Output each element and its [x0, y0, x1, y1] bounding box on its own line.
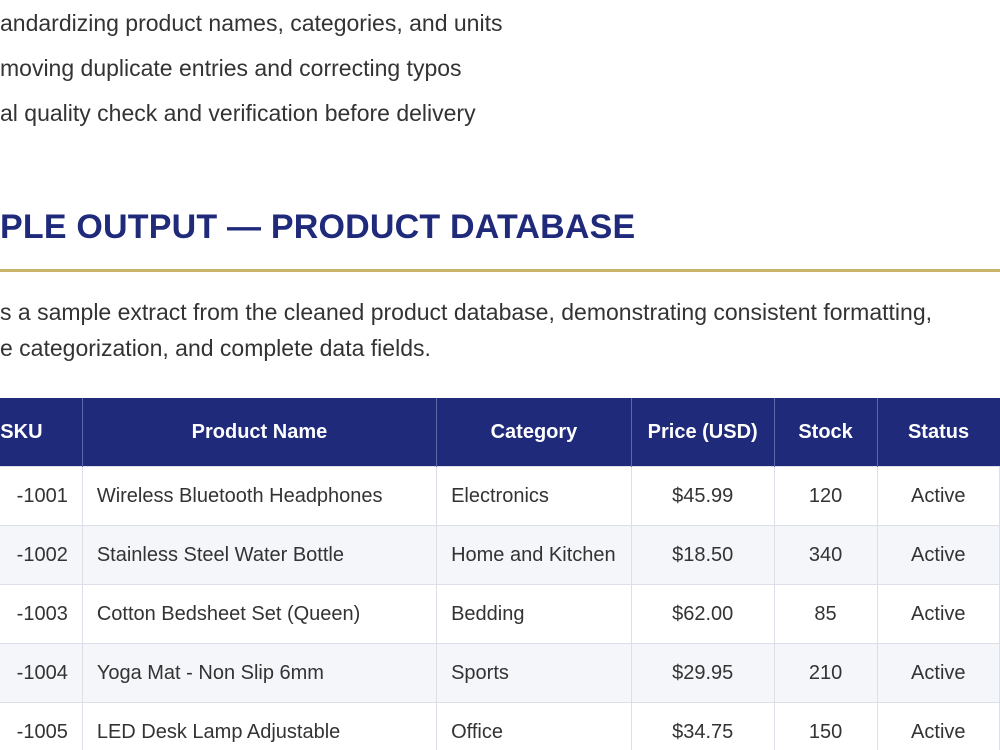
cell-stock: 120: [773, 466, 878, 526]
table-row: -1001 Wireless Bluetooth Headphones Elec…: [0, 466, 1000, 526]
column-header-sku: SKU: [0, 398, 83, 467]
intro-paragraph-line: e categorization, and complete data fiel…: [0, 335, 431, 361]
cell-product-name: LED Desk Lamp Adjustable: [81, 702, 438, 750]
cell-status: Active: [876, 525, 1000, 585]
cell-category: Electronics: [436, 466, 632, 526]
table-row: -1003 Cotton Bedsheet Set (Queen) Beddin…: [0, 584, 1000, 644]
cell-category: Home and Kitchen: [436, 525, 632, 585]
table-row: -1005 LED Desk Lamp Adjustable Office $3…: [0, 702, 1000, 750]
cell-status: Active: [876, 643, 1000, 703]
cell-product-name: Yoga Mat - Non Slip 6mm: [81, 643, 438, 703]
column-header-category: Category: [436, 398, 632, 467]
cell-price: $29.95: [630, 643, 775, 703]
column-header-product-name: Product Name: [81, 398, 437, 467]
cell-status: Active: [876, 466, 1000, 526]
cell-price: $34.75: [630, 702, 775, 750]
column-header-stock: Stock: [773, 398, 878, 467]
bullet-item: andardizing product names, categories, a…: [0, 10, 503, 36]
section-heading: PLE OUTPUT — PRODUCT DATABASE: [0, 208, 636, 246]
cell-price: $18.50: [630, 525, 775, 585]
cell-price: $62.00: [630, 584, 775, 644]
cell-price: $45.99: [630, 466, 775, 526]
cell-sku: -1002: [0, 525, 83, 585]
table-header-row: SKU Product Name Category Price (USD) St…: [0, 398, 1000, 467]
cell-product-name: Cotton Bedsheet Set (Queen): [81, 584, 438, 644]
cell-stock: 85: [773, 584, 878, 644]
column-header-price: Price (USD): [630, 398, 775, 467]
heading-divider: [0, 269, 1000, 272]
bullet-item: al quality check and verification before…: [0, 100, 476, 126]
table-row: -1004 Yoga Mat - Non Slip 6mm Sports $29…: [0, 643, 1000, 703]
cell-stock: 340: [773, 525, 878, 585]
cell-sku: -1003: [0, 584, 83, 644]
cell-sku: -1004: [0, 643, 83, 703]
product-table-container: SKU Product Name Category Price (USD) St…: [0, 398, 1000, 750]
bullet-item: moving duplicate entries and correcting …: [0, 55, 462, 81]
cell-category: Sports: [436, 643, 632, 703]
cell-status: Active: [876, 702, 1000, 750]
cell-status: Active: [876, 584, 1000, 644]
cell-sku: -1001: [0, 466, 83, 526]
column-header-status: Status: [876, 398, 1000, 467]
cell-product-name: Stainless Steel Water Bottle: [81, 525, 438, 585]
table-row: -1002 Stainless Steel Water Bottle Home …: [0, 525, 1000, 585]
cell-category: Office: [436, 702, 632, 750]
intro-paragraph-line: s a sample extract from the cleaned prod…: [0, 299, 932, 325]
cell-category: Bedding: [436, 584, 632, 644]
cell-sku: -1005: [0, 702, 83, 750]
cell-product-name: Wireless Bluetooth Headphones: [81, 466, 438, 526]
product-table: SKU Product Name Category Price (USD) St…: [0, 398, 1000, 750]
cell-stock: 150: [773, 702, 878, 750]
cell-stock: 210: [773, 643, 878, 703]
